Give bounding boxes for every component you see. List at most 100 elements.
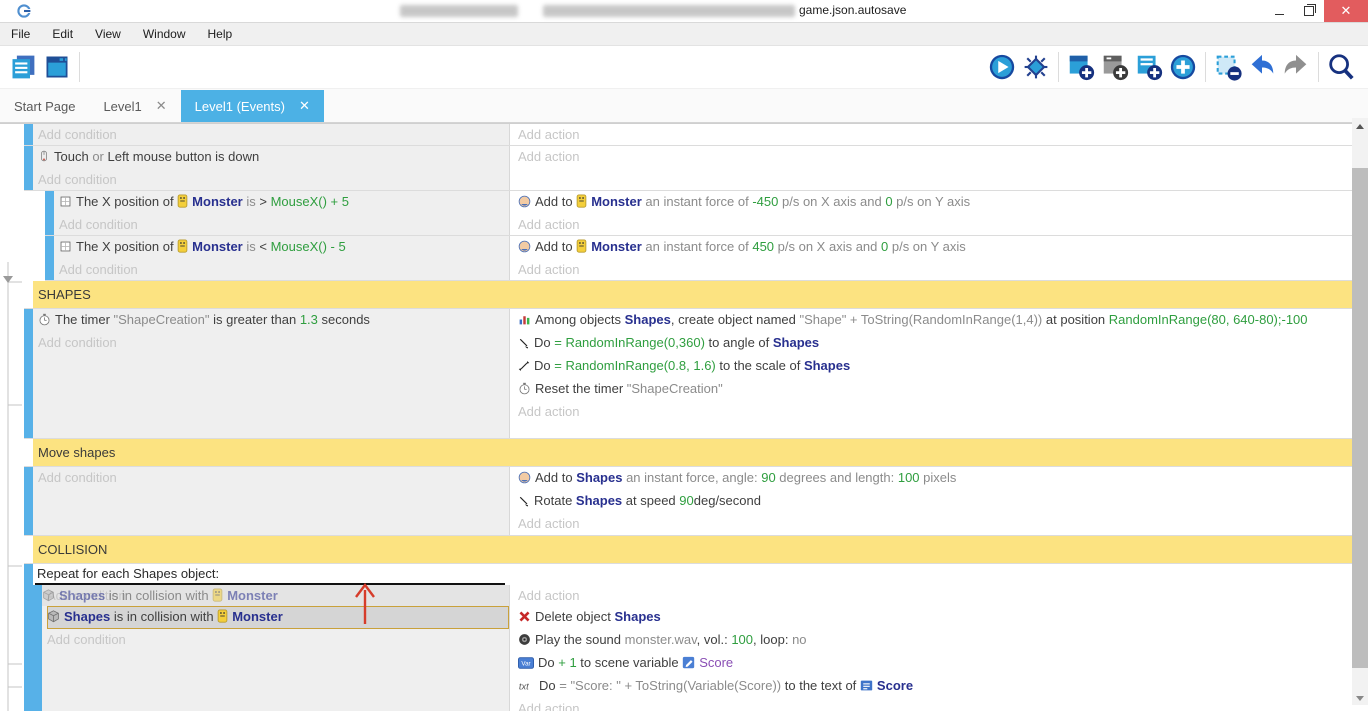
add-comment-button[interactable] <box>1132 50 1166 84</box>
text-segment: monster.wav <box>625 632 697 647</box>
add-condition-placeholder[interactable]: Add condition <box>38 169 509 190</box>
add-action-placeholder[interactable]: Add action <box>518 146 1352 167</box>
close-tab-icon[interactable]: ✕ <box>299 98 310 114</box>
undo-button[interactable] <box>1245 50 1279 84</box>
comment-row[interactable]: SHAPES <box>24 281 1352 309</box>
action-line[interactable]: VarDo + 1 to scene variable Score <box>518 652 1352 675</box>
action-line[interactable]: Do = RandomInRange(0.8, 1.6) to the scal… <box>518 355 1352 378</box>
monster-icon <box>212 587 223 608</box>
add-action-placeholder[interactable]: Add action <box>518 513 1352 534</box>
text-segment: p/s on X axis and <box>774 239 881 254</box>
text-segment: -450 <box>752 194 778 209</box>
text-segment: Shapes <box>64 609 110 624</box>
tab-level1[interactable]: Level1 ✕ <box>89 90 180 122</box>
scroll-down-arrow[interactable] <box>1356 696 1364 701</box>
text-segment: is in collision with <box>105 588 212 603</box>
action-line[interactable]: Add to Shapes an instant force, angle: 9… <box>518 467 1352 490</box>
redo-button[interactable] <box>1279 50 1313 84</box>
text-segment: The X position of <box>76 239 177 254</box>
tab-level1-events[interactable]: Level1 (Events) ✕ <box>181 90 324 122</box>
text-segment: "ShapeCreation" <box>627 381 723 396</box>
action-line[interactable]: Add to Monster an instant force of -450 … <box>518 191 1352 214</box>
text-segment: at speed <box>622 493 679 508</box>
add-action-placeholder[interactable]: Add action <box>518 259 1352 280</box>
menu-edit[interactable]: Edit <box>41 23 84 45</box>
action-line[interactable]: Add to Monster an instant force of 450 p… <box>518 236 1352 259</box>
actions-cell: Add to Monster an instant force of -450 … <box>510 191 1352 235</box>
add-condition-placeholder[interactable]: Add condition <box>38 332 509 353</box>
text-segment: Add action <box>518 701 579 711</box>
comment-row[interactable]: Move shapes <box>24 439 1352 467</box>
text-segment: Do <box>539 678 559 693</box>
tab-start-page[interactable]: Start Page <box>0 90 89 122</box>
scroll-up-arrow[interactable] <box>1356 124 1364 129</box>
text-segment: = RandomInRange(0,360) <box>554 335 705 350</box>
add-action-placeholder[interactable]: Add action <box>518 585 1352 606</box>
action-line[interactable]: Reset the timer "ShapeCreation" <box>518 378 1352 401</box>
minimize-button[interactable] <box>1264 0 1294 22</box>
scrollbar-thumb[interactable] <box>1352 168 1368 668</box>
add-event-button[interactable] <box>1064 50 1098 84</box>
add-condition-placeholder[interactable]: Add condition <box>59 259 509 280</box>
condition-line[interactable]: Shapes is in collision with Monster <box>42 585 509 608</box>
text-segment: MouseX() - 5 <box>271 239 346 254</box>
menu-file[interactable]: File <box>0 23 41 45</box>
add-action-placeholder[interactable]: Add action <box>518 214 1352 235</box>
action-line[interactable]: Play the sound monster.wav, vol.: 100, l… <box>518 629 1352 652</box>
toolbar-separator <box>1318 52 1319 82</box>
action-line[interactable]: Do = RandomInRange(0,360) to angle of Sh… <box>518 332 1352 355</box>
menu-help[interactable]: Help <box>197 23 244 45</box>
text-segment: Do <box>534 358 554 373</box>
debug-button[interactable] <box>1019 50 1053 84</box>
action-line[interactable]: txtDo = "Score: " + ToString(Variable(Sc… <box>518 675 1352 698</box>
event-indent-bar <box>45 236 54 280</box>
condition-line[interactable]: The timer "ShapeCreation" is greater tha… <box>38 309 509 332</box>
text-segment: = RandomInRange(0.8, 1.6) <box>554 358 716 373</box>
add-other-event-button[interactable] <box>1166 50 1200 84</box>
text-segment: 100 <box>898 470 920 485</box>
add-action-placeholder[interactable]: Add action <box>518 124 1352 145</box>
close-button[interactable]: ✕ <box>1324 0 1368 22</box>
condition-line[interactable]: The X position of Monster is < MouseX() … <box>59 236 509 259</box>
remove-event-button[interactable] <box>1211 50 1245 84</box>
scale-icon <box>518 357 530 378</box>
comment-text: Move shapes <box>33 439 1352 466</box>
text-segment: Rotate <box>534 493 576 508</box>
menu-view[interactable]: View <box>84 23 132 45</box>
action-line[interactable]: Among objects Shapes, create object name… <box>518 309 1352 332</box>
tab-label: Start Page <box>14 99 75 114</box>
close-tab-icon[interactable]: ✕ <box>156 98 167 114</box>
add-subevent-icon <box>1100 52 1130 82</box>
condition-line[interactable]: Touch or Left mouse button is down <box>38 146 509 169</box>
close-icon: ✕ <box>1341 3 1352 19</box>
play-icon <box>987 52 1017 82</box>
collision-event-row: Shapes is in collision with MonsterAdd c… <box>33 606 1352 711</box>
add-action-placeholder[interactable]: Add action <box>518 401 1352 422</box>
search-button[interactable] <box>1324 50 1358 84</box>
action-line[interactable]: Rotate Shapes at speed 90deg/second <box>518 490 1352 513</box>
scene-editor-button[interactable] <box>40 50 74 84</box>
text-segment: = "Score: " + ToString(Variable(Score)) <box>559 678 781 693</box>
foreach-header[interactable]: Repeat for each Shapes object: <box>33 564 1352 583</box>
restore-button[interactable] <box>1294 0 1324 22</box>
add-other-event-icon <box>1168 52 1198 82</box>
text-segment: Shapes <box>59 588 105 603</box>
condition-line[interactable]: The X position of Monster is > MouseX() … <box>59 191 509 214</box>
play-button[interactable] <box>985 50 1019 84</box>
add-subevent-button[interactable] <box>1098 50 1132 84</box>
project-manager-icon <box>9 53 37 81</box>
monster-icon <box>576 238 587 259</box>
debug-icon <box>1022 53 1050 81</box>
project-manager-button[interactable] <box>6 50 40 84</box>
menu-window[interactable]: Window <box>132 23 197 45</box>
search-icon <box>1326 52 1356 82</box>
redacted-title-text <box>543 5 795 17</box>
text-segment: degrees and length: <box>776 470 898 485</box>
action-line[interactable]: Delete object Shapes <box>518 606 1352 629</box>
add-condition-placeholder[interactable]: Add condition <box>38 124 509 145</box>
add-condition-placeholder[interactable]: Add condition <box>47 629 509 650</box>
add-condition-placeholder[interactable]: Add condition <box>59 214 509 235</box>
condition-line[interactable]: Shapes is in collision with Monster <box>47 606 509 629</box>
add-condition-placeholder[interactable]: Add condition <box>38 467 509 488</box>
comment-row[interactable]: COLLISION <box>24 536 1352 564</box>
